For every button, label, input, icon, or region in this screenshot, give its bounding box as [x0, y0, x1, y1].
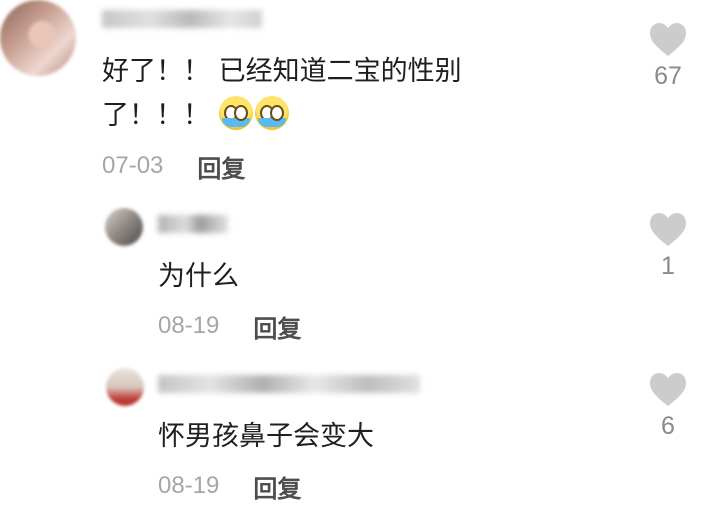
like-control[interactable]: 1 [638, 212, 698, 281]
username-blurred[interactable] [158, 375, 420, 393]
comment-date: 07-03 [102, 152, 164, 179]
like-count: 6 [661, 412, 675, 440]
comment-text: 怀男孩鼻子会变大 [158, 421, 374, 452]
heart-icon[interactable] [649, 212, 687, 248]
heart-icon[interactable] [649, 22, 687, 58]
comment-text-line-1: 好了！！ 已经知道二宝的性别 [102, 56, 462, 87]
reply-button[interactable]: 回复 [197, 149, 245, 184]
comment-date: 08-19 [158, 312, 220, 339]
comment-meta: 08-19 回复 [158, 469, 301, 504]
avatar[interactable] [0, 0, 76, 76]
crying-laughing-emoji-icon [254, 96, 289, 130]
comment-text-line-2-text: 了！！！ [102, 100, 210, 131]
comment-meta: 07-03 回复 [102, 149, 245, 184]
crying-laughing-emoji-icon [218, 96, 253, 130]
like-count: 1 [661, 252, 675, 280]
comment-text-line-2: 了！！！ [102, 94, 291, 138]
comment-text: 为什么 [158, 261, 239, 292]
like-count: 67 [654, 62, 682, 90]
avatar[interactable] [106, 368, 144, 406]
reply-button[interactable]: 回复 [253, 469, 301, 504]
username-blurred[interactable] [102, 10, 262, 28]
like-control[interactable]: 6 [638, 372, 698, 441]
username-blurred[interactable] [158, 215, 228, 233]
comment-meta: 08-19 回复 [158, 309, 301, 344]
heart-icon[interactable] [649, 372, 687, 408]
avatar[interactable] [105, 208, 143, 246]
comment-date: 08-19 [158, 472, 220, 499]
like-control[interactable]: 67 [638, 22, 698, 91]
reply-button[interactable]: 回复 [253, 309, 301, 344]
